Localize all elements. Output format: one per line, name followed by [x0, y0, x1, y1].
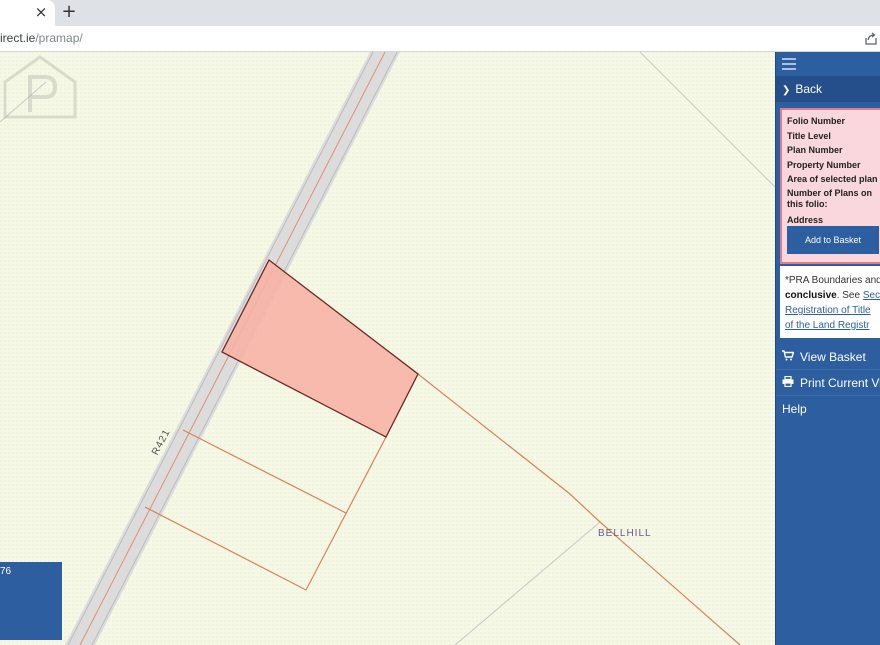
notice-link-land-registry[interactable]: of the Land Registr	[785, 320, 870, 331]
plans-count-label: Number of Plans on this folio:	[787, 187, 873, 209]
browser-tab[interactable]: ×	[0, 0, 55, 26]
watermark-logo	[3, 55, 77, 119]
info-box-value: 76	[0, 566, 12, 577]
print-view-button[interactable]: Print Current View	[776, 370, 880, 396]
url-domain: irect.ie	[0, 31, 36, 45]
view-basket-button[interactable]: View Basket	[776, 344, 880, 370]
address-label: Address	[787, 214, 824, 225]
cart-icon	[782, 344, 800, 370]
folio-details-card: Folio Number Title Level Plan Number Pro…	[780, 108, 880, 264]
title-level-label: Title Level	[787, 130, 831, 141]
place-label: BELLHILL	[598, 528, 652, 539]
property-number-label: Property Number	[787, 159, 861, 170]
view-basket-label: View Basket	[800, 350, 866, 364]
notice-link-section[interactable]: Secti	[863, 290, 880, 301]
back-button[interactable]: ❯ Back	[776, 76, 880, 102]
map-layer	[0, 52, 775, 645]
map-info-box: 76	[0, 562, 62, 640]
url-text[interactable]: irect.ie/pramap/	[0, 31, 83, 45]
chevron-right-icon: ❯	[782, 85, 791, 96]
boundary-notice: *PRA Boundaries and conclusive. See Sect…	[780, 266, 880, 338]
tab-close-icon[interactable]: ×	[33, 3, 49, 21]
map-canvas[interactable]: R421 BELLHILL 76	[0, 52, 775, 645]
browser-tab-strip: × +	[0, 0, 880, 26]
add-to-basket-button[interactable]: Add to Basket	[787, 226, 879, 254]
plan-number-label: Plan Number	[787, 145, 843, 155]
folio-number-label: Folio Number	[787, 116, 845, 126]
share-icon[interactable]	[864, 32, 878, 46]
printer-icon	[782, 370, 800, 396]
back-label: Back	[795, 82, 823, 96]
help-label: Help	[782, 402, 807, 416]
notice-see: . See	[836, 290, 863, 301]
help-link[interactable]: Help	[776, 396, 880, 422]
area-label: Area of selected plan	[787, 174, 878, 184]
print-view-label: Print Current View	[800, 376, 880, 390]
address-bar[interactable]: irect.ie/pramap/	[0, 26, 880, 52]
url-path: /pramap/	[35, 31, 83, 45]
side-panel: ❯ Back Folio Number Title Level Plan Num…	[775, 52, 880, 645]
hamburger-icon[interactable]	[782, 58, 796, 70]
notice-line1: *PRA Boundaries and	[785, 275, 880, 286]
new-tab-icon[interactable]: +	[60, 2, 78, 22]
notice-bold: conclusive	[785, 290, 837, 301]
notice-link-registration[interactable]: Registration of Title	[785, 305, 871, 316]
